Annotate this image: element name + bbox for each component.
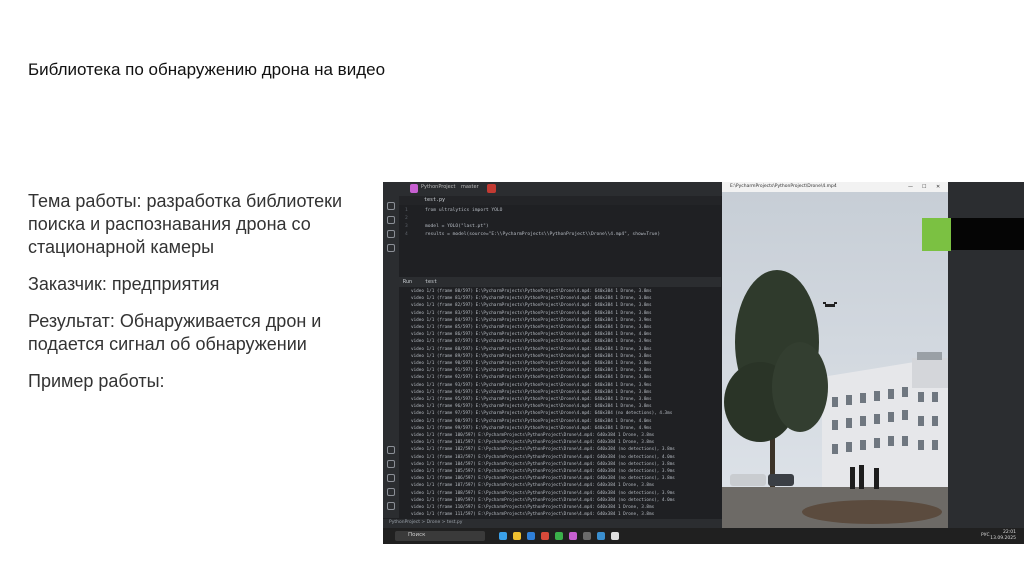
python-console-icon[interactable]: [387, 446, 395, 454]
problems-icon[interactable]: [387, 474, 395, 482]
taskbar-clock[interactable]: 22:01 13.09.2025: [990, 530, 1016, 542]
run-label[interactable]: Run: [403, 279, 412, 285]
store-icon[interactable]: [597, 532, 605, 540]
green-overlay-block: [922, 218, 951, 251]
video-window[interactable]: E:\PycharmProjects\PythonProject\Drone\4…: [722, 182, 948, 528]
console-line: video 1/1 (frame 108/597) E:\PycharmProj…: [411, 490, 675, 496]
console-line: video 1/1 (frame 109/597) E:\PycharmProj…: [411, 497, 675, 503]
code-line: from ultralytics import YOLO: [425, 208, 503, 213]
code-editor[interactable]: 1 2 3 4 from ultralytics import YOLO mod…: [399, 206, 721, 266]
black-overlay-block: [951, 218, 1024, 250]
status-breadcrumb[interactable]: PythonProject > Drone > test.py: [389, 520, 462, 525]
customer-paragraph: Заказчик: предприятия: [28, 274, 220, 294]
slide-title: Библиотека по обнаружению дрона на видео: [28, 60, 386, 79]
branch-name[interactable]: master: [461, 184, 479, 190]
editor-tab-bar: test.py: [399, 196, 721, 205]
pycharm-icon[interactable]: [569, 532, 577, 540]
commit-tool-icon[interactable]: [387, 216, 395, 224]
run-config-icon[interactable]: [487, 184, 496, 193]
maximize-icon[interactable]: ☐: [922, 184, 926, 190]
more-tools-icon[interactable]: [387, 244, 395, 252]
console-line: video 1/1 (frame 91/597) E:\PycharmProje…: [411, 368, 652, 374]
console-line: video 1/1 (frame 106/597) E:\PycharmProj…: [411, 476, 675, 482]
console-line: video 1/1 (frame 103/597) E:\PycharmProj…: [411, 454, 675, 460]
line-number: 2: [405, 216, 408, 221]
terminal-icon[interactable]: [387, 460, 395, 468]
project-tool-icon[interactable]: [387, 202, 395, 210]
console-line: video 1/1 (frame 89/597) E:\PycharmProje…: [411, 353, 652, 359]
line-number: 4: [405, 232, 408, 237]
console-line: video 1/1 (frame 105/597) E:\PycharmProj…: [411, 469, 675, 474]
console-line: video 1/1 (frame 110/597) E:\PycharmProj…: [411, 505, 655, 510]
console-line: video 1/1 (frame 95/597) E:\PycharmProje…: [411, 397, 652, 402]
taskbar-search[interactable]: Поиск: [395, 531, 485, 541]
git-icon[interactable]: [387, 488, 395, 496]
console-line: video 1/1 (frame 94/597) E:\PycharmProje…: [411, 389, 652, 395]
console-line: video 1/1 (frame 111/597) E:\PycharmProj…: [411, 512, 655, 518]
project-name[interactable]: PythonProject: [421, 184, 455, 190]
console-line: video 1/1 (frame 87/597) E:\PycharmProje…: [411, 339, 652, 345]
line-number: 3: [405, 224, 408, 229]
console-line: video 1/1 (frame 82/597) E:\PycharmProje…: [411, 303, 652, 309]
language-indicator[interactable]: РУС: [981, 533, 990, 538]
run-console-output[interactable]: video 1/1 (frame 80/597) E:\PycharmProje…: [399, 287, 721, 519]
project-badge-icon: [410, 184, 418, 193]
console-line: video 1/1 (frame 83/597) E:\PycharmProje…: [411, 310, 652, 316]
console-line: video 1/1 (frame 81/597) E:\PycharmProje…: [411, 296, 652, 302]
console-line: video 1/1 (frame 80/597) E:\PycharmProje…: [411, 289, 652, 294]
close-icon[interactable]: ✕: [936, 184, 940, 190]
taskview-icon[interactable]: [499, 532, 507, 540]
minimize-icon[interactable]: —: [908, 184, 913, 190]
topic-paragraph: Тема работы: разработка библиотеки поиск…: [28, 191, 343, 257]
run-panel-header: Run test: [399, 277, 721, 287]
console-line: video 1/1 (frame 96/597) E:\PycharmProje…: [411, 404, 652, 410]
run-tab[interactable]: test: [425, 279, 437, 285]
console-line: video 1/1 (frame 99/597) E:\PycharmProje…: [411, 425, 652, 431]
console-line: video 1/1 (frame 88/597) E:\PycharmProje…: [411, 346, 652, 352]
run-tool-icon[interactable]: [387, 502, 395, 510]
video-title: E:\PycharmProjects\PythonProject\Drone\4…: [730, 184, 837, 189]
console-line: video 1/1 (frame 86/597) E:\PycharmProje…: [411, 332, 652, 338]
chrome-icon[interactable]: [555, 532, 563, 540]
edge-icon[interactable]: [527, 532, 535, 540]
console-line: video 1/1 (frame 93/597) E:\PycharmProje…: [411, 382, 652, 388]
console-line: video 1/1 (frame 104/597) E:\PycharmProj…: [411, 461, 675, 467]
windows-taskbar: Поиск РУС 22:01 13.09.2025: [383, 528, 1024, 544]
line-number: 1: [405, 208, 408, 213]
structure-tool-icon[interactable]: [387, 230, 395, 238]
code-line: results = model(source="E:\\PycharmProje…: [425, 232, 661, 237]
console-line: video 1/1 (frame 84/597) E:\PycharmProje…: [411, 317, 652, 323]
console-line: video 1/1 (frame 97/597) E:\PycharmProje…: [411, 411, 673, 417]
console-line: video 1/1 (frame 90/597) E:\PycharmProje…: [411, 361, 652, 366]
notes-icon[interactable]: [611, 532, 619, 540]
console-line: video 1/1 (frame 92/597) E:\PycharmProje…: [411, 375, 652, 381]
console-line: video 1/1 (frame 98/597) E:\PycharmProje…: [411, 418, 652, 424]
ide-tool-rail: [383, 196, 399, 518]
search-placeholder: Поиск: [408, 532, 426, 538]
media-icon[interactable]: [583, 532, 591, 540]
slide-text: Тема работы: разработка библиотеки поиск…: [28, 190, 373, 407]
clock-date: 13.09.2025: [990, 536, 1016, 541]
demo-screenshot: PythonProject master test.py 1 2 3 4 fro…: [383, 182, 1024, 544]
console-line: video 1/1 (frame 100/597) E:\PycharmProj…: [411, 433, 655, 438]
video-frame: [722, 192, 948, 528]
tab-test-py[interactable]: test.py: [424, 197, 445, 203]
result-paragraph: Результат: Обнаруживается дрон и подаетс…: [28, 311, 322, 354]
code-line: model = YOLO("last.pt"): [425, 224, 489, 229]
explorer-icon[interactable]: [513, 532, 521, 540]
app-icon[interactable]: [541, 532, 549, 540]
console-line: video 1/1 (frame 85/597) E:\PycharmProje…: [411, 325, 652, 330]
console-line: video 1/1 (frame 107/597) E:\PycharmProj…: [411, 483, 655, 489]
console-line: video 1/1 (frame 101/597) E:\PycharmProj…: [411, 440, 655, 446]
example-label: Пример работы:: [28, 371, 165, 391]
console-line: video 1/1 (frame 102/597) E:\PycharmProj…: [411, 447, 675, 453]
video-title-bar: E:\PycharmProjects\PythonProject\Drone\4…: [722, 182, 948, 192]
